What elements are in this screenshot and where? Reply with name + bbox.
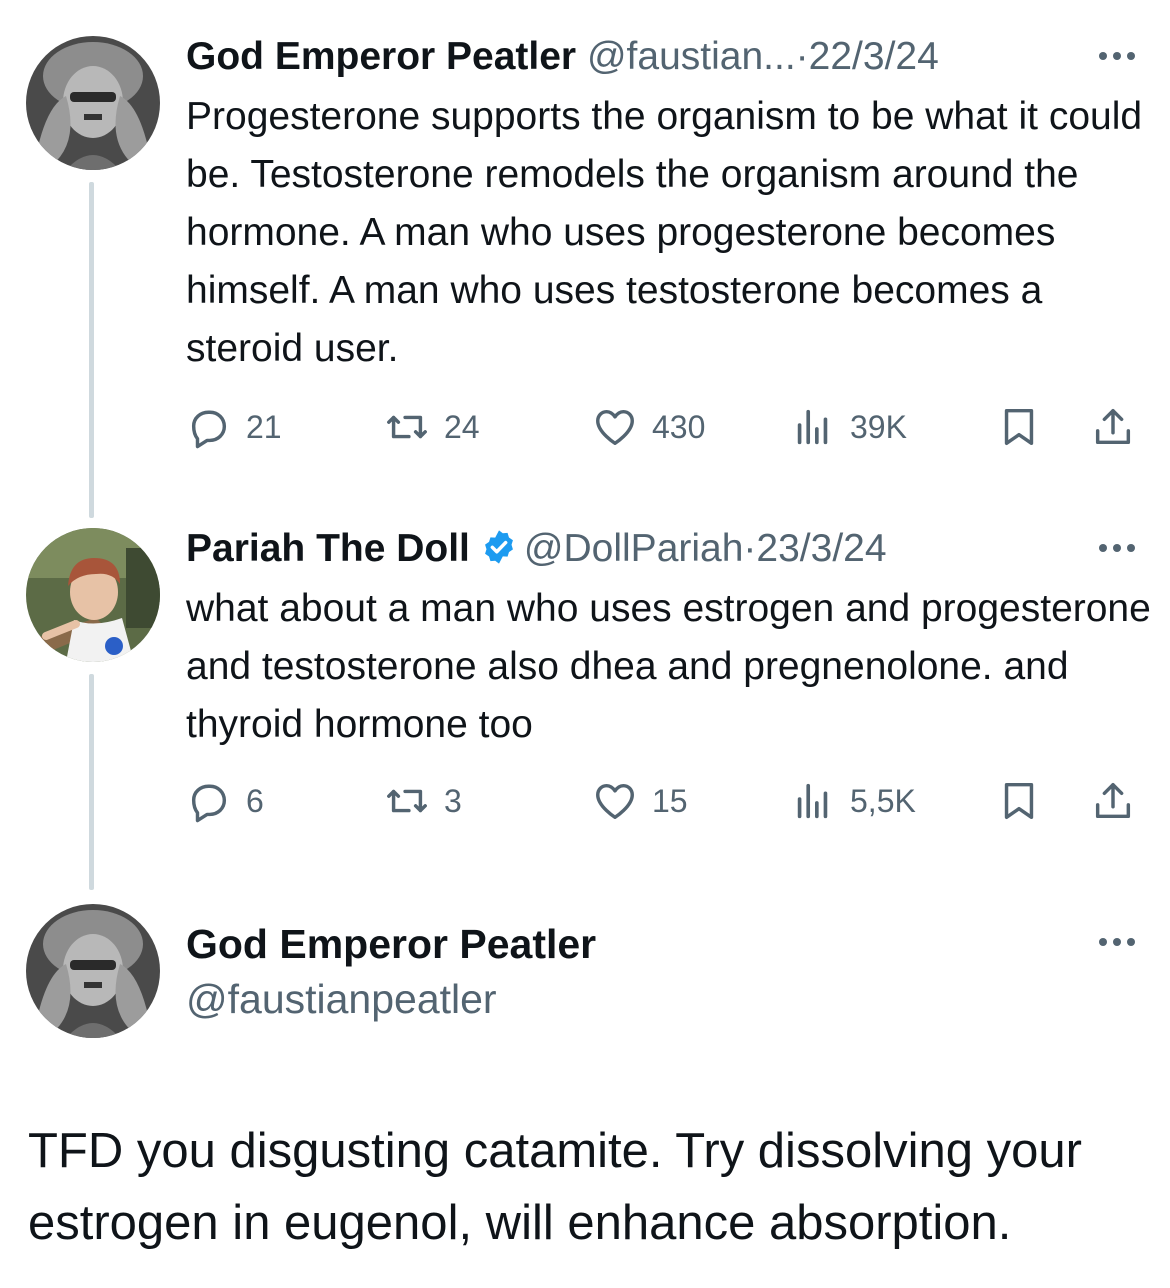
bookmark-icon — [1004, 782, 1034, 820]
bookmark-button[interactable] — [996, 778, 1056, 824]
author-name[interactable]: Pariah The Doll — [186, 527, 470, 570]
main-tweet-text: TFD you disgusting catamite. Try dissolv… — [28, 1124, 1082, 1250]
reply-button[interactable]: 6 — [186, 778, 264, 824]
author-handle[interactable]: @faustianpeatler — [186, 974, 497, 1024]
share-icon — [1095, 782, 1131, 819]
repost-count: 24 — [444, 408, 480, 445]
tweet-text: Progesterone supports the organism to be… — [186, 95, 1143, 370]
bookmark-icon — [1004, 408, 1034, 446]
separator: · — [743, 527, 757, 570]
more-icon[interactable] — [1095, 538, 1139, 558]
repost-count: 3 — [444, 782, 462, 819]
reply-count: 21 — [246, 408, 282, 445]
avatar[interactable] — [26, 36, 160, 170]
like-button[interactable]: 430 — [592, 404, 705, 450]
share-button[interactable] — [1090, 778, 1150, 824]
repost-icon — [387, 415, 427, 439]
like-button[interactable]: 15 — [592, 778, 688, 824]
avatar[interactable] — [26, 904, 160, 1038]
tweet-header: Pariah The Doll @DollPariah·23/3/24 — [186, 526, 887, 572]
share-button[interactable] — [1090, 404, 1150, 450]
reply-count: 6 — [246, 782, 264, 819]
views-icon — [797, 409, 828, 445]
author-handle[interactable]: @DollPariah — [524, 527, 744, 570]
tweet-date[interactable]: 23/3/24 — [756, 527, 886, 570]
reply-button[interactable]: 21 — [186, 404, 282, 450]
like-icon — [596, 783, 634, 820]
thread-line — [89, 674, 94, 890]
tweet-header: God Emperor Peatler @faustian...·22/3/24 — [186, 34, 939, 80]
verified-badge-icon — [484, 530, 513, 564]
separator: · — [795, 35, 809, 78]
thread-line — [89, 182, 94, 518]
views-icon — [797, 783, 828, 819]
reply-icon — [191, 410, 227, 449]
more-icon[interactable] — [1095, 46, 1139, 66]
tweet-date[interactable]: 22/3/24 — [809, 35, 939, 78]
like-icon — [596, 409, 634, 446]
author-name[interactable]: God Emperor Peatler — [186, 35, 576, 78]
more-icon[interactable] — [1095, 932, 1139, 952]
avatar[interactable] — [26, 528, 160, 662]
repost-button[interactable]: 24 — [384, 404, 480, 450]
view-count: 5,5K — [850, 782, 916, 819]
repost-icon — [387, 789, 427, 813]
views-button[interactable]: 39K — [790, 404, 907, 450]
share-icon — [1095, 408, 1131, 445]
views-button[interactable]: 5,5K — [790, 778, 916, 824]
repost-button[interactable]: 3 — [384, 778, 462, 824]
bookmark-button[interactable] — [996, 404, 1056, 450]
tweet-text: what about a man who uses estrogen and p… — [186, 587, 1151, 746]
view-count: 39K — [850, 408, 907, 445]
author-handle[interactable]: @faustian... — [587, 35, 796, 78]
reply-icon — [191, 784, 227, 823]
like-count: 15 — [652, 782, 688, 819]
author-name[interactable]: God Emperor Peatler — [186, 919, 596, 969]
like-count: 430 — [652, 408, 706, 445]
